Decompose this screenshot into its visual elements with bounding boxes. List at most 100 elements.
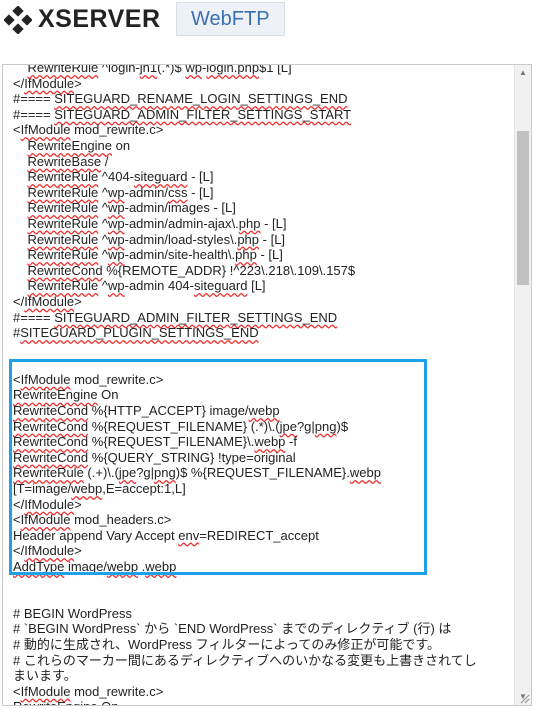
spellcheck-word: IfModule [24,496,75,512]
code-line: AddType image/webp .webp [13,559,518,575]
spellcheck-word: RewriteRule [27,247,99,263]
code-line: <IfModule mod_rewrite.c> [13,122,518,138]
code-line: まいます。 [13,668,518,684]
spellcheck-word: jpe [279,418,297,434]
spellcheck-word: RewriteRule [27,169,99,185]
spellcheck-word: wp [107,184,125,200]
code-text: - [L] [260,215,287,231]
code-text: mod_headers.c> [70,512,172,528]
xserver-logo-icon [4,6,32,34]
brand-name: XSERVER [38,5,161,33]
code-text: -admin/site-health\. [124,247,236,263]
code-text: on [112,137,131,153]
code-line: # BEGIN WordPress [13,606,518,622]
spellcheck-word: css [167,184,188,200]
spellcheck-word: wp [185,64,202,75]
code-line: </IfModule> [13,294,518,310]
spellcheck-word: IfModule [24,293,75,309]
code-text: > [74,75,82,91]
spellcheck-word: SITEGUARD_ADMIN_FILTER_SETTINGS_END [54,309,338,325]
code-text: < [13,371,21,387]
code-line: RewriteRule (.+)\.(jpe?g|png)$ %{REQUEST… [13,465,518,481]
code-line: </IfModule> [13,543,518,559]
code-text: =REDIRECT_accept [199,527,319,543]
code-line: RewriteEngine On [13,699,518,705]
code-text: ^404- [98,169,134,185]
code-text: ^ [98,200,108,216]
vertical-scrollbar[interactable]: ▲ ▼ [514,65,531,705]
code-text: #==== [13,309,55,325]
code-text: - [L] [256,247,283,263]
code-text: On [97,387,119,403]
spellcheck-word: RewriteEngine [13,699,98,705]
code-line: <IfModule mod_rewrite.c> [13,684,518,700]
code-text: - [L] [187,169,214,185]
spellcheck-word: wp [107,278,125,294]
product-badge: WebFTP [176,2,285,36]
code-line: RewriteCond %{QUERY_STRING} !type=origin… [13,450,518,466]
spellcheck-word: jn1 [139,64,158,75]
code-text: ?g| [136,465,155,481]
spellcheck-word: SITEGUARD_PLUGIN_SETTINGS_END [20,325,259,341]
spellcheck-word: env [178,527,200,543]
spellcheck-word: jpe [118,465,137,481]
code-text: < [13,122,21,138]
code-text: )$ %{REQUEST_FILENAME}. [175,465,350,481]
spellcheck-word: webp [71,481,103,497]
spellcheck-word: RewriteCond [13,449,89,465]
code-line: RewriteRule ^wp-admin/site-health\.php -… [13,247,518,263]
code-text: -f [285,434,297,450]
code-text: Header append Vary Accept [13,527,179,543]
code-line: RewriteRule ^wp-admin/admin-ajax\.php - … [13,216,518,232]
code-text: </ [13,496,25,512]
code-text: ^ [98,231,108,247]
spellcheck-word: wp [107,247,125,263]
code-line: RewriteRule ^wp-admin/css - [L] [13,185,518,201]
code-text: image/ [64,559,107,574]
resize-handle-icon[interactable] [518,692,530,704]
spellcheck-word: IfModule [24,543,75,559]
editor-content[interactable]: RewriteRule ^login-jn1(.*)$ wp-login.php… [13,64,518,705]
app-header: XSERVER WebFTP [0,0,540,40]
code-line: RewriteCond %{REMOTE_ADDR} !^223\.218\.1… [13,263,518,279]
code-text: )$ [336,418,349,434]
code-text: </ [13,75,25,91]
code-text: > [74,293,82,309]
code-line: #==== SITEGUARD_ADMIN_FILTER_SETTINGS_ST… [13,107,518,123]
code-text: ^ [98,247,108,263]
code-text: まいます。 [13,668,77,684]
code-line: </IfModule> [13,76,518,92]
code-text: mod_rewrite.c> [70,371,164,387]
spellcheck-word: RewriteRule [27,184,99,200]
scroll-thumb[interactable] [517,131,529,285]
code-line: #==== SITEGUARD_ADMIN_FILTER_SETTINGS_EN… [13,310,518,326]
spellcheck-word: RewriteRule [27,231,99,247]
code-text: mod_rewrite.c> [70,683,164,699]
spellcheck-word: php [237,231,260,247]
code-text: (.*)$ [157,64,186,75]
spellcheck-word: login.php [206,64,260,75]
spellcheck-word: webp [145,559,177,574]
scroll-up-icon[interactable]: ▲ [515,65,531,81]
file-editor-textarea[interactable]: RewriteRule ^login-jn1(.*)$ wp-login.php… [2,64,532,706]
code-text: # BEGIN WordPress [13,605,132,621]
spellcheck-word: RewriteRule [27,64,99,75]
spellcheck-word: png [154,465,176,481]
code-line: # `BEGIN WordPress` から `END WordPress` ま… [13,621,518,637]
code-text: -admin/load-styles\. [124,231,238,247]
spellcheck-word: RewriteEngine [13,387,98,403]
code-text: %{QUERY_STRING} !type=original [88,449,296,465]
spellcheck-word: RewriteRule [13,465,84,481]
